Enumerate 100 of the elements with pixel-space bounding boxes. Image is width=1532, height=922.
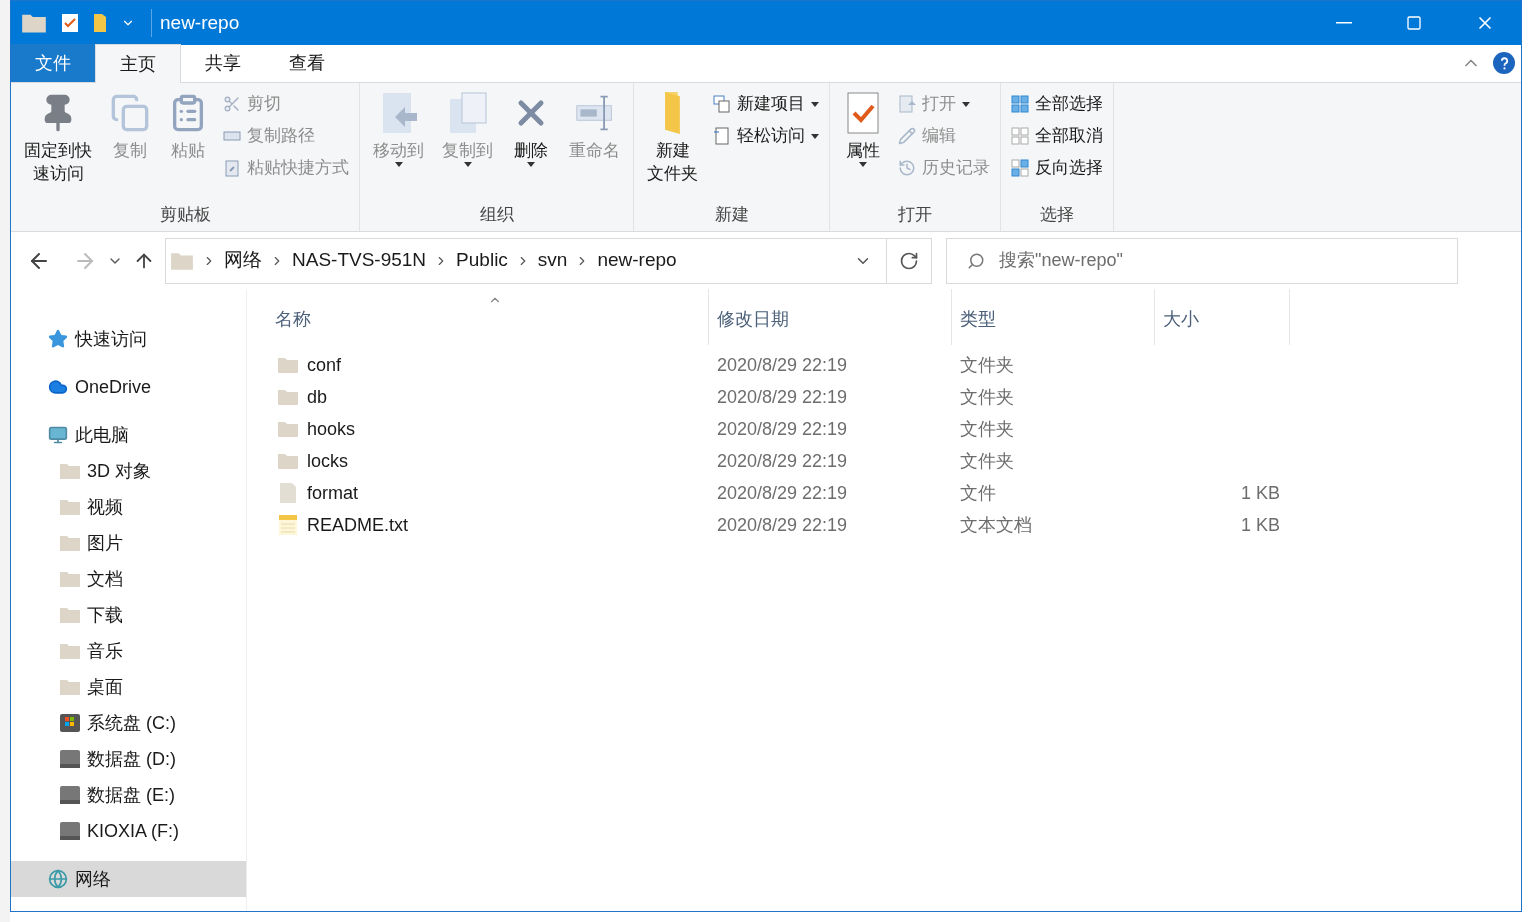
caret-icon — [811, 101, 819, 107]
folder-icon — [665, 92, 680, 134]
folder-icon — [59, 605, 81, 625]
file-name: README.txt — [307, 513, 408, 537]
sidebar-item[interactable]: OneDrive — [11, 369, 246, 405]
copy-to-icon — [447, 91, 488, 135]
column-header[interactable]: 类型 — [952, 305, 996, 333]
caret-icon — [527, 162, 535, 167]
file-row[interactable]: hooks 2020/8/29 22:19 文件夹 — [267, 413, 1521, 445]
modified-date: 2020/8/29 22:19 — [716, 481, 849, 505]
breadcrumb[interactable]: Public — [456, 246, 508, 275]
column-header[interactable]: 修改日期 — [709, 305, 789, 333]
address-bar[interactable]: 网络 NAS-TVS-951N Public svn new-repo — [165, 237, 932, 284]
folder-icon — [59, 569, 81, 589]
refresh-icon[interactable] — [899, 250, 919, 271]
folder-icon — [59, 533, 81, 553]
ribbon-group-label: 新建 — [713, 203, 750, 226]
network-icon — [47, 869, 69, 889]
sidebar-item[interactable]: 文档 — [11, 561, 246, 597]
ribbon-button[interactable]: 全部选择 — [1011, 88, 1103, 120]
ribbon-group-label: 打开 — [897, 203, 933, 226]
folder-icon — [59, 461, 81, 481]
folder-icon — [21, 12, 47, 34]
star-icon — [47, 329, 69, 349]
file-size: 1 KB — [1240, 513, 1280, 537]
drive-icon — [59, 785, 81, 805]
properties-icon[interactable] — [61, 13, 79, 33]
window-title: new-repo — [151, 8, 240, 38]
sidebar-item[interactable]: 数据盘 (E:) — [11, 777, 246, 813]
ribbon-group-label: 选择 — [1039, 203, 1075, 226]
folder-icon[interactable] — [93, 13, 107, 33]
ribbon-button[interactable]: 固定到快 速访问 — [21, 83, 95, 185]
file-name: conf — [307, 353, 342, 377]
sidebar-item[interactable]: 3D 对象 — [11, 453, 246, 489]
drive-icon — [59, 821, 81, 841]
sidebar-item[interactable]: 桌面 — [11, 669, 246, 705]
search-input[interactable]: 搜索"new-repo" — [999, 247, 1457, 274]
search-field[interactable]: 搜索"new-repo" — [946, 237, 1458, 284]
drive-icon — [59, 713, 81, 733]
ribbon-tab[interactable]: 查看 — [265, 44, 349, 82]
ribbon-button[interactable]: 轻松访问 — [713, 120, 819, 152]
folder-icon — [277, 420, 299, 438]
scissors-icon — [223, 95, 241, 113]
column-header[interactable]: 大小 — [1155, 305, 1199, 333]
open-icon — [898, 95, 916, 113]
folder-icon — [277, 452, 299, 470]
sidebar-item[interactable]: 数据盘 (D:) — [11, 741, 246, 777]
file-type: 文件夹 — [959, 353, 1015, 377]
search-icon — [967, 251, 985, 270]
ribbon-tab[interactable]: 主页 — [95, 44, 181, 83]
sidebar-item[interactable]: 视频 — [11, 489, 246, 525]
ribbon-button[interactable]: 新建项目 — [713, 88, 819, 120]
sidebar-item[interactable]: 图片 — [11, 525, 246, 561]
breadcrumb[interactable]: 网络 — [224, 246, 262, 275]
file-row[interactable]: conf 2020/8/29 22:19 文件夹 — [267, 349, 1521, 381]
ribbon-group-label: 剪贴板 — [158, 203, 212, 226]
sidebar-item[interactable]: 系统盘 (C:) — [11, 705, 246, 741]
ribbon-button[interactable]: 删除 — [508, 83, 554, 167]
column-header[interactable]: 名称 — [267, 305, 311, 333]
sidebar-item[interactable]: 快速访问 — [11, 321, 246, 357]
modified-date: 2020/8/29 22:19 — [716, 353, 849, 377]
caret-icon — [811, 133, 819, 139]
breadcrumb[interactable]: new-repo — [597, 246, 677, 275]
select-none-icon — [1011, 127, 1029, 145]
shortcut-icon — [223, 159, 241, 177]
file-name: db — [307, 385, 328, 409]
file-name: locks — [307, 449, 348, 473]
file-row[interactable]: locks 2020/8/29 22:19 文件夹 — [267, 445, 1521, 477]
file-icon — [277, 482, 299, 504]
breadcrumb[interactable]: svn — [537, 246, 568, 275]
folder-icon — [59, 641, 81, 661]
ribbon-button[interactable]: 新建 文件夹 — [644, 83, 701, 185]
ribbon-button[interactable]: 全部取消 — [1011, 120, 1103, 152]
caret-icon — [463, 162, 472, 167]
pencil-icon — [898, 127, 916, 145]
folder-icon — [59, 497, 81, 517]
sidebar-item[interactable]: KIOXIA (F:) — [11, 813, 246, 849]
file-row[interactable]: db 2020/8/29 22:19 文件夹 — [267, 381, 1521, 413]
cloud-icon — [47, 377, 69, 397]
file-type: 文件夹 — [959, 417, 1015, 441]
new-item-icon — [713, 95, 731, 113]
file-type: 文件夹 — [959, 449, 1015, 473]
sidebar-item[interactable]: 网络 — [11, 861, 246, 897]
sidebar-item[interactable]: 音乐 — [11, 633, 246, 669]
ribbon-tab[interactable]: 共享 — [181, 44, 265, 82]
drive-icon — [59, 749, 81, 769]
help-icon[interactable] — [1493, 52, 1515, 74]
file-type: 文件夹 — [959, 385, 1015, 409]
breadcrumb[interactable]: NAS-TVS-951N — [292, 246, 427, 275]
document-icon — [713, 127, 731, 145]
sidebar-item[interactable]: 此电脑 — [11, 417, 246, 453]
caret-icon — [962, 101, 970, 107]
ribbon-tab[interactable]: 文件 — [11, 44, 95, 82]
file-row[interactable]: README.txt 2020/8/29 22:19 文本文档 1 KB — [267, 509, 1521, 541]
modified-date: 2020/8/29 22:19 — [716, 449, 849, 473]
file-row[interactable]: format 2020/8/29 22:19 文件 1 KB — [267, 477, 1521, 509]
ribbon-button[interactable]: 反向选择 — [1011, 152, 1103, 184]
ribbon-button[interactable]: 属性 — [840, 83, 886, 167]
sidebar-item[interactable]: 下载 — [11, 597, 246, 633]
file-name: hooks — [307, 417, 356, 441]
